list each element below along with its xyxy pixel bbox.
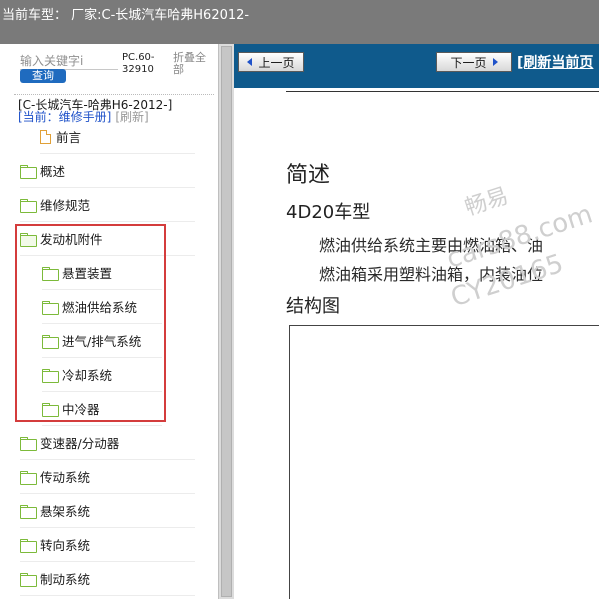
title-bar: 当前车型： 厂家:C-长城汽车哈弗H62012- <box>0 0 599 44</box>
tree-item-label: 进气/排气系统 <box>62 334 142 349</box>
tree-item-drivetrain[interactable]: 传动系统 <box>20 460 195 494</box>
tree-item-suspension[interactable]: 悬架系统 <box>20 494 195 528</box>
section-heading: 结构图 <box>286 296 340 317</box>
tree-item-intercooler[interactable]: 中冷器 <box>42 392 162 426</box>
tree-item-label: 前言 <box>56 130 82 145</box>
search-input[interactable] <box>20 52 118 70</box>
folder-icon <box>20 198 37 213</box>
folder-icon <box>42 266 59 281</box>
tree-item-label: 悬置装置 <box>62 266 113 281</box>
refresh-page-link[interactable]: [刷新当前页 <box>517 52 593 72</box>
tree-item-fuel-supply[interactable]: 燃油供给系统 <box>42 290 162 324</box>
prev-page-button[interactable]: 上一页 <box>238 52 304 72</box>
tree-item-label: 变速器/分动器 <box>40 436 120 451</box>
tree-item-label: 悬架系统 <box>40 504 91 519</box>
next-page-label: 下一页 <box>450 55 487 70</box>
folder-icon <box>42 334 59 349</box>
folder-icon <box>20 436 37 451</box>
arrow-right-icon <box>492 58 498 66</box>
tree-item-preface[interactable]: 前言 <box>40 120 195 154</box>
tree-item-label: 燃油供给系统 <box>62 300 138 315</box>
watermark-text: 畅易 <box>461 183 512 222</box>
tree-item-engine-accessories[interactable]: 发动机附件 <box>20 222 195 256</box>
tree-item-label: 制动系统 <box>40 572 91 587</box>
folder-icon <box>20 572 37 587</box>
model-subheading: 4D20车型 <box>286 202 371 223</box>
folder-icon <box>42 368 59 383</box>
sidebar-scrollbar[interactable] <box>218 44 234 599</box>
folder-icon <box>20 504 37 519</box>
tree-item-label: 发动机附件 <box>40 232 103 247</box>
arrow-left-icon <box>247 58 253 66</box>
document-icon <box>40 129 51 144</box>
body-paragraph: 燃油箱采用塑料油箱，内装油位 <box>319 265 544 284</box>
page-title: 简述 <box>286 163 331 188</box>
tree-item-overview[interactable]: 概述 <box>20 154 195 188</box>
tree-item-brakes[interactable]: 制动系统 <box>20 562 195 596</box>
tree-item-label: 中冷器 <box>62 402 100 417</box>
folder-icon <box>20 164 37 179</box>
tree-item-cooling[interactable]: 冷却系统 <box>42 358 162 392</box>
tree-item-label: 维修规范 <box>40 198 91 213</box>
tree-item-maintenance-spec[interactable]: 维修规范 <box>20 188 195 222</box>
document-viewer: 上一页 下一页 [刷新当前页 简述 4D20车型 燃油供给系统主要由燃油箱、油 … <box>234 44 599 599</box>
folder-icon <box>42 300 59 315</box>
divider <box>14 94 214 95</box>
viewer-toolbar: 上一页 下一页 [刷新当前页 <box>234 44 599 88</box>
tree-item-label: 转向系统 <box>40 538 91 553</box>
tree-item-label: 冷却系统 <box>62 368 113 383</box>
tree-item-mounts[interactable]: 悬置装置 <box>42 256 162 290</box>
tree-item-intake-exhaust[interactable]: 进气/排气系统 <box>42 324 162 358</box>
collapse-all-button[interactable]: 折叠全部 <box>173 52 213 76</box>
structure-diagram-frame <box>289 325 599 599</box>
page-divider <box>286 91 599 92</box>
next-page-button[interactable]: 下一页 <box>436 52 512 72</box>
tree-item-transmission[interactable]: 变速器/分动器 <box>20 426 195 460</box>
folder-icon <box>20 538 37 553</box>
scrollbar-thumb[interactable] <box>221 46 232 597</box>
model-code: PC.60-32910 <box>122 52 155 75</box>
folder-icon <box>20 470 37 485</box>
folder-open-icon <box>20 232 37 247</box>
navigation-panel: 查询 PC.60-32910 折叠全部 [C-长城汽车-哈弗H6-2012-] … <box>0 44 218 599</box>
window-title: 当前车型： 厂家:C-长城汽车哈弗H62012- <box>2 8 250 23</box>
tree-item-steering[interactable]: 转向系统 <box>20 528 195 562</box>
folder-icon <box>42 402 59 417</box>
prev-page-label: 上一页 <box>258 55 295 70</box>
body-paragraph: 燃油供给系统主要由燃油箱、油 <box>319 236 544 255</box>
tree-item-label: 传动系统 <box>40 470 91 485</box>
tree-item-label: 概述 <box>40 164 66 179</box>
search-button[interactable]: 查询 <box>20 69 66 83</box>
